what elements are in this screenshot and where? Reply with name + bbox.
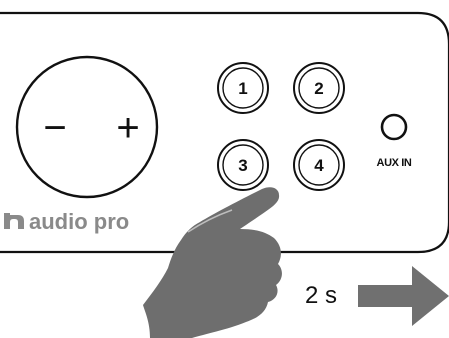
preset-button-4[interactable]: 4	[293, 139, 345, 191]
brand-name: audio pro	[29, 209, 129, 234]
volume-up-button[interactable]: +	[116, 106, 139, 150]
hold-duration-label: 2 s	[305, 282, 337, 309]
aux-in-label: AUX IN	[377, 157, 412, 169]
hand-pointer-icon	[143, 187, 282, 338]
arrow-right-icon	[358, 266, 449, 326]
volume-wheel[interactable]: − +	[15, 55, 159, 199]
volume-down-button[interactable]: −	[43, 106, 66, 150]
preset-button-1[interactable]: 1	[217, 62, 269, 114]
aux-in-port[interactable]: AUX IN	[377, 113, 412, 169]
instruction-illustration: − + 1 2 3 4 AUX IN audio pro 2 s	[0, 0, 449, 338]
preset-label-3: 3	[238, 156, 247, 175]
brand-logo: audio pro	[4, 209, 129, 234]
aux-jack-icon	[380, 113, 408, 141]
preset-label-4: 4	[314, 156, 324, 175]
preset-label-2: 2	[314, 79, 323, 98]
brand-mark-icon	[4, 213, 24, 229]
preset-button-3[interactable]: 3	[217, 139, 269, 191]
preset-button-2[interactable]: 2	[293, 62, 345, 114]
preset-label-1: 1	[238, 79, 247, 98]
illustration-canvas: − + 1 2 3 4 AUX IN audio pro 2 s	[0, 11, 449, 338]
